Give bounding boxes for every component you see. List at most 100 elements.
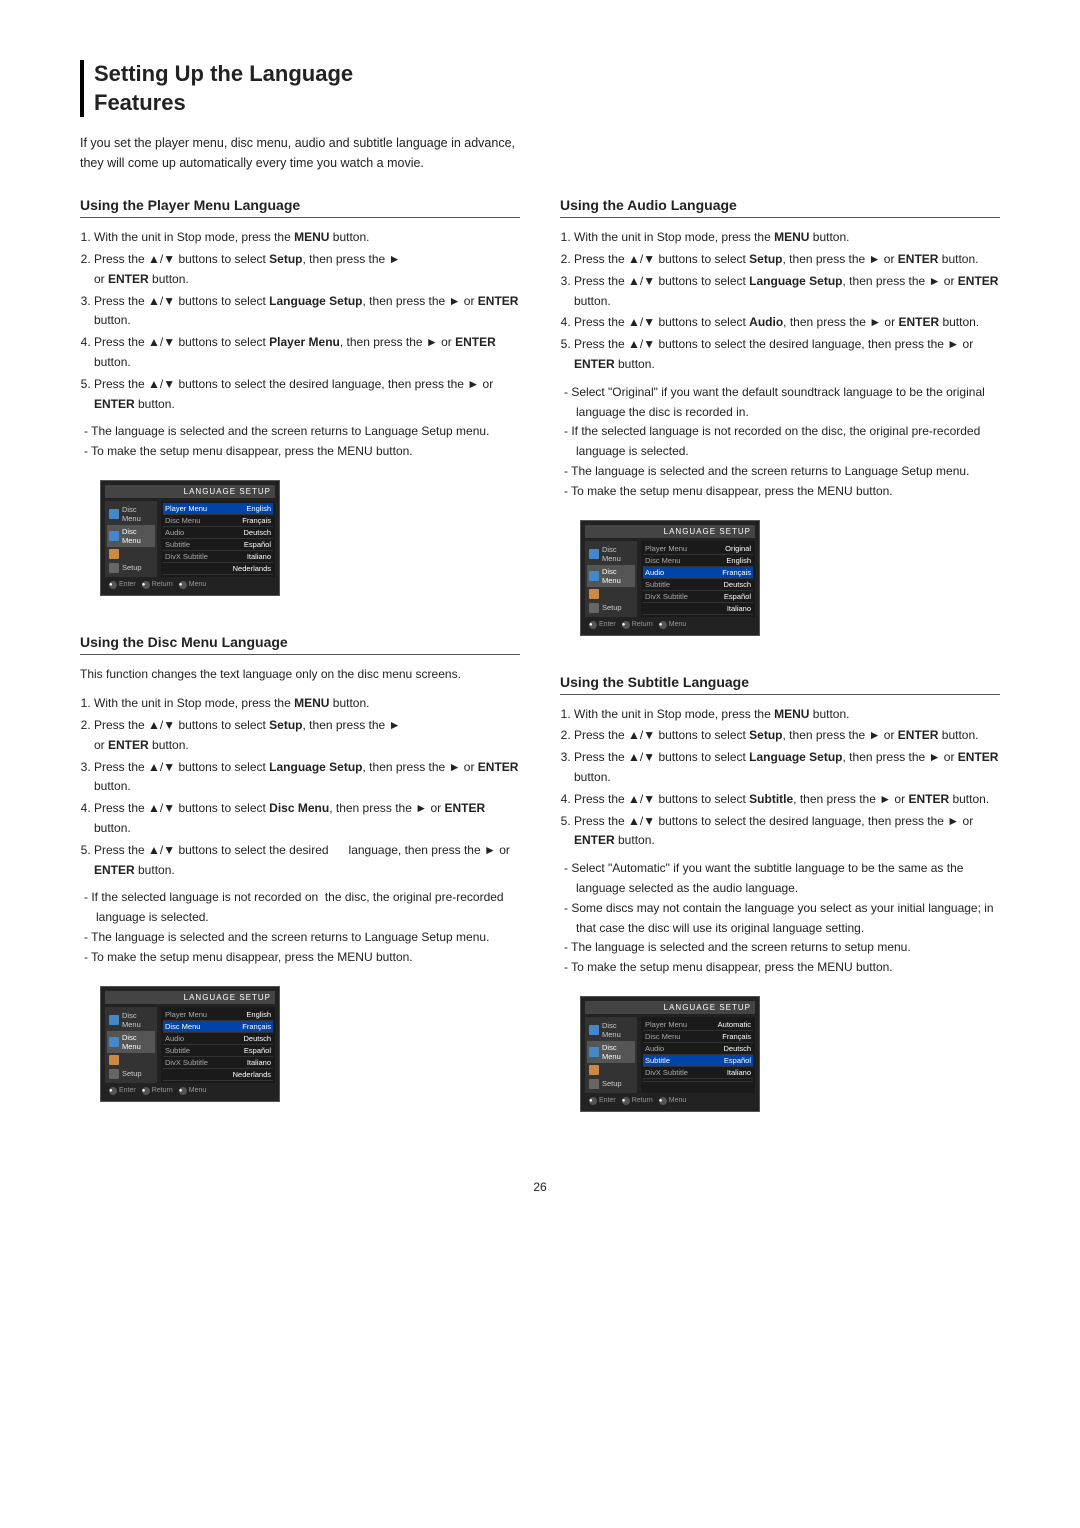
disc-menu-steps: With the unit in Stop mode, press the ME… xyxy=(94,694,520,880)
screen-header-2: LANGUAGE SETUP xyxy=(105,991,275,1004)
audio-screen-row-2: Disc MenuEnglish xyxy=(643,555,753,567)
sub-step-4: Press the ▲/▼ buttons to select Subtitle… xyxy=(574,790,1000,810)
screen-row-1: Player MenuEnglish xyxy=(163,503,273,515)
screen-body-2: Disc Menu Disc Menu Setup Player MenuEng… xyxy=(105,1007,275,1083)
audio-step-5: Press the ▲/▼ buttons to select the desi… xyxy=(574,335,1000,375)
audio-step-1: With the unit in Stop mode, press the ME… xyxy=(574,228,1000,248)
screen-left-4: Disc Menu Disc Menu Setup xyxy=(585,1017,637,1093)
disc-menu-screen: LANGUAGE SETUP Disc Menu Disc Menu Setup… xyxy=(100,986,280,1102)
btn-enter-3: ● Enter xyxy=(589,621,616,629)
screen-header-3: LANGUAGE SETUP xyxy=(585,525,755,538)
page-number: 26 xyxy=(80,1180,1000,1194)
left-item-2-4: Setup xyxy=(107,1067,155,1081)
disc-note-3: To make the setup menu disappear, press … xyxy=(84,948,520,968)
screen-left-3: Disc Menu Disc Menu Setup xyxy=(585,541,637,617)
screen-body-1: Disc Menu Disc Menu Setup Player MenuEng… xyxy=(105,501,275,577)
audio-note-1: Select "Original" if you want the defaul… xyxy=(564,383,1000,423)
page-title: Setting Up the Language Features xyxy=(80,60,1000,117)
player-menu-notes: The language is selected and the screen … xyxy=(84,422,520,462)
left-item-3-1: Disc Menu xyxy=(587,543,635,565)
player-menu-steps: With the unit in Stop mode, press the ME… xyxy=(94,228,520,414)
left-item-audio xyxy=(107,547,155,561)
section-subtitle-title: Using the Subtitle Language xyxy=(560,674,1000,695)
step-3: Press the ▲/▼ buttons to select Language… xyxy=(94,292,520,332)
section-player-menu: Using the Player Menu Language With the … xyxy=(80,197,520,606)
audio-step-2: Press the ▲/▼ buttons to select Setup, t… xyxy=(574,250,1000,270)
sub-screen-row-3: AudioDeutsch xyxy=(643,1043,753,1055)
screen-right-2: Player MenuEnglish Disc MenuFrançais Aud… xyxy=(161,1007,275,1083)
player-menu-screen: LANGUAGE SETUP Disc Menu Disc Menu Setup… xyxy=(100,480,280,596)
btn-enter-4: ● Enter xyxy=(589,1097,616,1105)
disc-step-2: Press the ▲/▼ buttons to select Setup, t… xyxy=(94,716,520,756)
screen-left-2: Disc Menu Disc Menu Setup xyxy=(105,1007,157,1083)
subtitle-steps: With the unit in Stop mode, press the ME… xyxy=(574,705,1000,852)
left-item-disc-menu-2: Disc Menu xyxy=(107,525,155,547)
two-col-layout: Using the Player Menu Language With the … xyxy=(80,197,1000,1150)
screen-row-3: AudioDeutsch xyxy=(163,527,273,539)
sub-note-2: Some discs may not contain the language … xyxy=(564,899,1000,939)
sub-step-5: Press the ▲/▼ buttons to select the desi… xyxy=(574,812,1000,852)
btn-enter-1: ● Enter xyxy=(109,581,136,589)
screen-right-3: Player MenuOriginal Disc MenuEnglish Aud… xyxy=(641,541,755,617)
left-item-4-4: Setup xyxy=(587,1077,635,1091)
screen-row-4: SubtitleEspañol xyxy=(163,539,273,551)
audio-screen-row-4: SubtitleDeutsch xyxy=(643,579,753,591)
screen-header-4: LANGUAGE SETUP xyxy=(585,1001,755,1014)
btn-return-4: ● Return xyxy=(622,1097,653,1105)
left-column: Using the Player Menu Language With the … xyxy=(80,197,520,1150)
audio-screen-row-5: DivX SubtitleEspañol xyxy=(643,591,753,603)
right-column: Using the Audio Language With the unit i… xyxy=(560,197,1000,1150)
disc-step-4: Press the ▲/▼ buttons to select Disc Men… xyxy=(94,799,520,839)
left-item-2-3 xyxy=(107,1053,155,1067)
left-item-4-2: Disc Menu xyxy=(587,1041,635,1063)
audio-steps: With the unit in Stop mode, press the ME… xyxy=(574,228,1000,375)
btn-return-2: ● Return xyxy=(142,1087,173,1095)
section-subtitle: Using the Subtitle Language With the uni… xyxy=(560,674,1000,1122)
disc-step-1: With the unit in Stop mode, press the ME… xyxy=(94,694,520,714)
sub-step-2: Press the ▲/▼ buttons to select Setup, t… xyxy=(574,726,1000,746)
screen-footer-2: ● Enter ● Return ● Menu xyxy=(105,1085,275,1097)
left-item-3-2: Disc Menu xyxy=(587,565,635,587)
screen-left-1: Disc Menu Disc Menu Setup xyxy=(105,501,157,577)
step-4: Press the ▲/▼ buttons to select Player M… xyxy=(94,333,520,373)
disc-screen-row-3: AudioDeutsch xyxy=(163,1033,273,1045)
audio-note-2: If the selected language is not recorded… xyxy=(564,422,1000,462)
disc-screen-row-5: DivX SubtitleItaliano xyxy=(163,1057,273,1069)
audio-step-3: Press the ▲/▼ buttons to select Language… xyxy=(574,272,1000,312)
screen-footer-4: ● Enter ● Return ● Menu xyxy=(585,1095,755,1107)
audio-screen: LANGUAGE SETUP Disc Menu Disc Menu Setup… xyxy=(580,520,760,636)
section-disc-menu-title: Using the Disc Menu Language xyxy=(80,634,520,655)
audio-step-4: Press the ▲/▼ buttons to select Audio, t… xyxy=(574,313,1000,333)
sub-note-3: The language is selected and the screen … xyxy=(564,938,1000,958)
sub-step-3: Press the ▲/▼ buttons to select Language… xyxy=(574,748,1000,788)
screen-right-1: Player MenuEnglish Disc MenuFrançais Aud… xyxy=(161,501,275,577)
screen-body-4: Disc Menu Disc Menu Setup Player MenuAut… xyxy=(585,1017,755,1093)
sub-screen-row-4: SubtitleEspañol xyxy=(643,1055,753,1067)
disc-screen-row-2: Disc MenuFrançais xyxy=(163,1021,273,1033)
disc-note-1: If the selected language is not recorded… xyxy=(84,888,520,928)
audio-note-4: To make the setup menu disappear, press … xyxy=(564,482,1000,502)
sub-step-1: With the unit in Stop mode, press the ME… xyxy=(574,705,1000,725)
left-item-3-3 xyxy=(587,587,635,601)
left-item-disc-menu-1: Disc Menu xyxy=(107,503,155,525)
sub-note-1: Select "Automatic" if you want the subti… xyxy=(564,859,1000,899)
left-item-2-1: Disc Menu xyxy=(107,1009,155,1031)
left-item-2-2: Disc Menu xyxy=(107,1031,155,1053)
btn-menu-2: ● Menu xyxy=(179,1087,207,1095)
btn-menu-4: ● Menu xyxy=(659,1097,687,1105)
screen-footer-1: ● Enter ● Return ● Menu xyxy=(105,579,275,591)
page-container: Setting Up the Language Features If you … xyxy=(80,60,1000,1194)
disc-menu-notes: If the selected language is not recorded… xyxy=(84,888,520,967)
screen-row-5: DivX SubtitleItaliano xyxy=(163,551,273,563)
intro-text: If you set the player menu, disc menu, a… xyxy=(80,133,520,173)
step-1: With the unit in Stop mode, press the ME… xyxy=(94,228,520,248)
audio-note-3: The language is selected and the screen … xyxy=(564,462,1000,482)
screen-footer-3: ● Enter ● Return ● Menu xyxy=(585,619,755,631)
left-item-3-4: Setup xyxy=(587,601,635,615)
sub-note-4: To make the setup menu disappear, press … xyxy=(564,958,1000,978)
audio-notes: Select "Original" if you want the defaul… xyxy=(564,383,1000,502)
sub-screen-row-2: Disc MenuFrançais xyxy=(643,1031,753,1043)
audio-screen-row-6: Italiano xyxy=(643,603,753,615)
left-item-4-1: Disc Menu xyxy=(587,1019,635,1041)
screen-row-6: Nederlands xyxy=(163,563,273,575)
